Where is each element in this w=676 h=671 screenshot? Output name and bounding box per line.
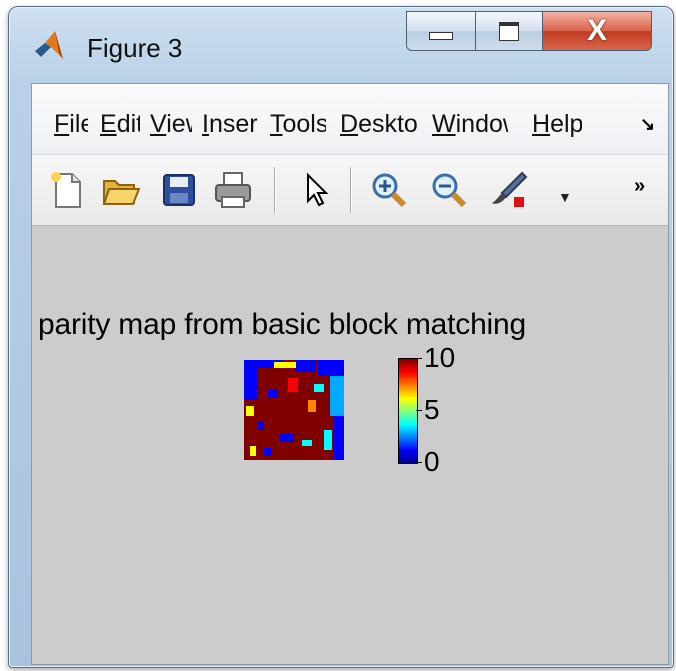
zoom-out-icon[interactable] (428, 169, 470, 211)
menu-desktop[interactable]: Desktop (340, 110, 418, 139)
maximize-button[interactable] (475, 11, 543, 51)
figure-canvas: parity map from basic block matching 10 … (32, 226, 668, 664)
menu-view[interactable]: View (150, 110, 192, 139)
colorbar-tick (416, 410, 422, 411)
colorbar[interactable] (398, 358, 418, 464)
pointer-icon[interactable] (294, 169, 336, 211)
toolbar-separator (350, 167, 351, 213)
menu-help[interactable]: Help (532, 110, 582, 139)
chevron-down-icon[interactable]: ▼ (558, 189, 572, 205)
title-bar[interactable]: Figure 3 X (9, 7, 673, 83)
matlab-icon (33, 29, 67, 63)
plot-title: parity map from basic block matching (38, 308, 526, 341)
open-folder-icon[interactable] (100, 169, 142, 211)
toolbar-overflow-icon[interactable]: » (634, 175, 645, 198)
new-file-icon[interactable] (46, 169, 88, 211)
menu-file[interactable]: File (54, 110, 88, 139)
print-icon[interactable] (212, 169, 254, 211)
close-icon: X (586, 14, 607, 47)
close-button[interactable]: X (542, 11, 652, 51)
colorbar-tick (416, 462, 422, 463)
minimize-button[interactable] (406, 11, 476, 51)
disparity-image[interactable] (244, 360, 344, 460)
window-title: Figure 3 (87, 33, 183, 63)
menu-bar: File Edit View Insert Tools Desktop Wind… (32, 84, 668, 155)
menu-overflow-icon[interactable]: ↘ (640, 114, 655, 135)
zoom-in-icon[interactable] (368, 169, 410, 211)
toolbar-separator (274, 167, 275, 213)
colorbar-tick (416, 358, 422, 359)
menu-window[interactable]: Window (432, 110, 508, 139)
colorbar-label-min: 0 (424, 446, 440, 477)
colorbar-label-max: 10 (424, 342, 456, 373)
figure-client-area: File Edit View Insert Tools Desktop Wind… (31, 83, 669, 665)
figure-toolbar: ▼ » (32, 155, 668, 226)
menu-edit[interactable]: Edit (100, 110, 140, 139)
figure-window: Figure 3 X File Edit View Insert Tools D… (8, 6, 674, 668)
colorbar-label-mid: 5 (424, 394, 440, 425)
menu-tools[interactable]: Tools (270, 110, 326, 139)
minimize-icon (429, 32, 453, 40)
maximize-icon (499, 21, 519, 41)
brush-icon[interactable] (488, 169, 530, 211)
menu-insert[interactable]: Insert (202, 110, 258, 139)
save-icon[interactable] (158, 169, 200, 211)
